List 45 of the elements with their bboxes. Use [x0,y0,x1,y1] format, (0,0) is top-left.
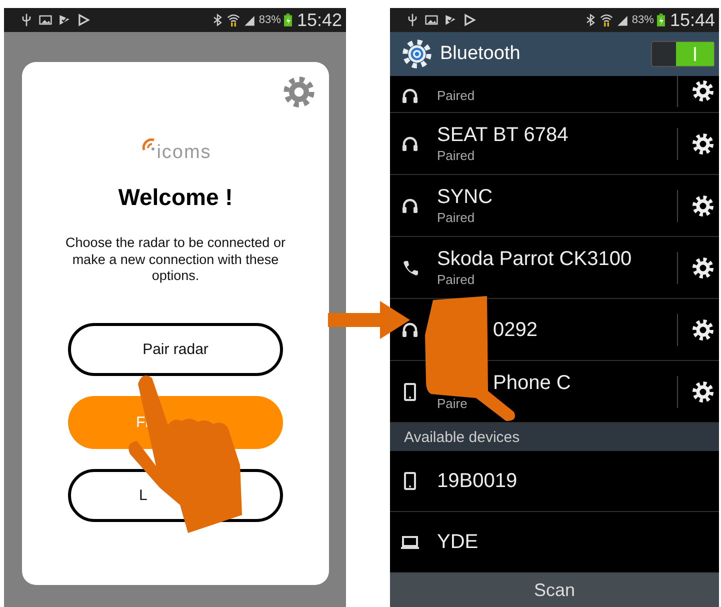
device-row[interactable]: 19B0019 [390,451,719,512]
device-row[interactable]: Paired [390,76,719,113]
image-icon [39,13,52,27]
usb-icon [20,13,33,27]
scan-button[interactable]: Scan [390,573,719,607]
description-text: Choose the radar to be connected or make a new connection with these options. [64,235,286,284]
battery-icon [284,13,292,27]
image-icon [425,13,438,27]
battery-icon [656,13,665,27]
wifi-icon [226,13,240,27]
device-name: SYNC [437,184,493,208]
wifi-icon [600,13,613,27]
clock: 15:44 [670,10,715,30]
usb-icon [406,13,419,27]
section-title: Available devices [404,428,520,446]
device-name: SEAT BT 6784 [437,122,568,146]
device-name: YDE [437,530,478,554]
device-status: Paired [437,146,476,164]
device-status: Paire [437,394,468,412]
signal-icon [616,13,629,27]
clock: 15:42 [296,10,342,30]
battery-percent: 83% [632,14,654,26]
welcome-title: Welcome ! [118,184,233,211]
device-row[interactable]: SYNC Paired [390,175,719,237]
logo-text: icoms [156,142,212,164]
device-name: Phone C [493,370,571,394]
device-status: Paired [437,208,476,226]
play-icon [463,13,476,27]
bluetooth-icon [210,13,224,27]
device-name: 19B0019 [437,469,518,493]
bluetooth-icon [584,13,597,27]
flag-icon [58,13,71,27]
screen-title: Bluetooth [440,43,522,65]
option-button[interactable]: Pair radar [68,322,283,376]
device-name: 0292 [493,318,538,342]
device-status: Paired [437,87,475,105]
battery-percent: 83% [258,14,281,26]
flag-icon [444,13,457,27]
bluetooth-toggle[interactable] [651,41,715,67]
device-name: Skoda Parrot CK3100 [437,246,632,270]
device-status: Paired [437,270,476,288]
device-row[interactable]: SEAT BT 6784 Paired [390,113,719,175]
play-icon [77,13,90,27]
signal-icon [242,13,256,27]
headphones-icon [400,86,420,106]
